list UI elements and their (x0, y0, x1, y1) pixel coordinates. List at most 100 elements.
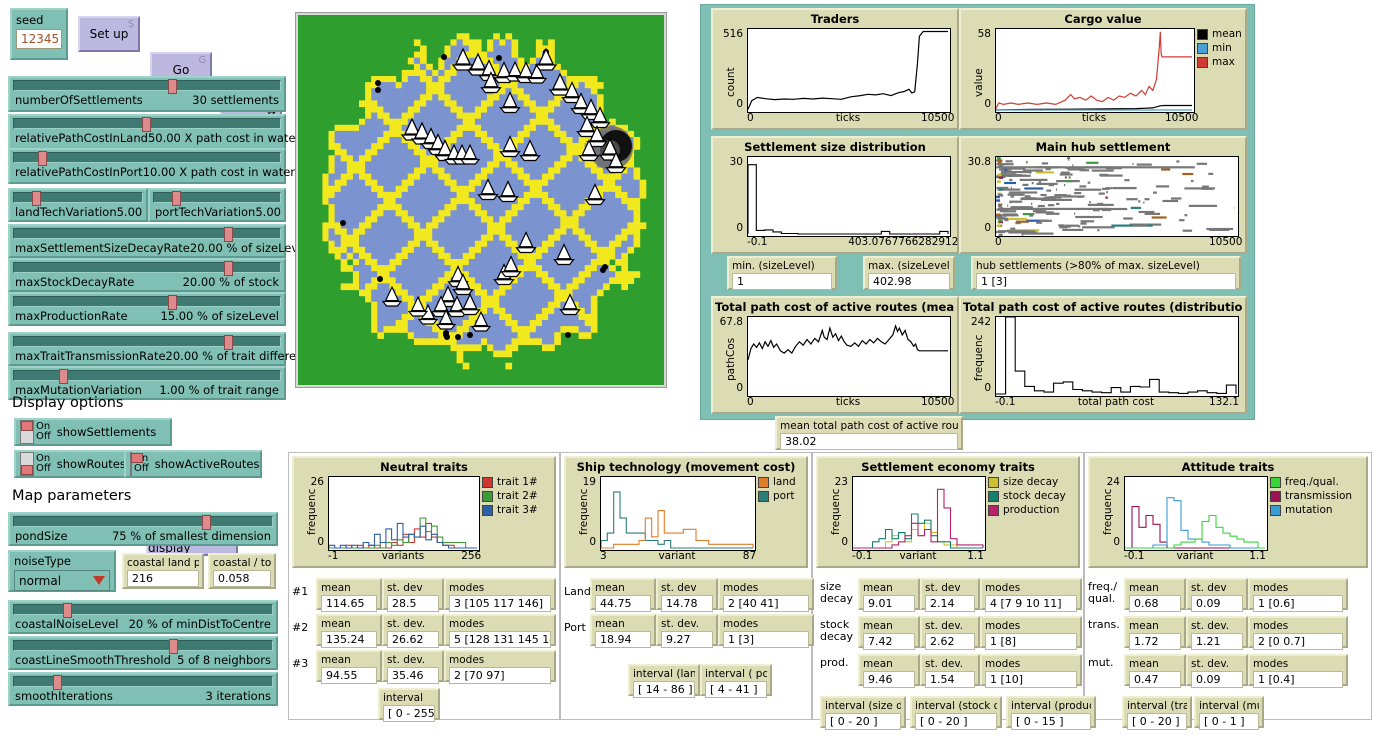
slider-thumb (224, 261, 234, 276)
ship-stdev-0: st. dev 14.78 (656, 578, 718, 612)
economy-modes-0: modes 4 [7 9 10 11] (980, 578, 1082, 612)
plot-settlement-economy-traits[interactable]: Settlement economy traits 23 0 frequenc -0.… (816, 456, 1080, 568)
monitor-value: 114.65 (321, 595, 377, 612)
attitude-modes-0: modes 1 [0.6] (1248, 578, 1348, 612)
plot-neutral-traits[interactable]: Neutral traits 26 0 frequenc -1 256 variants t… (292, 456, 556, 568)
switch-showSettlements[interactable]: On Off showSettlements (14, 418, 172, 446)
slider-name: numberOfSettlements (15, 92, 143, 107)
slider-track[interactable] (13, 603, 273, 618)
monitor-value: 44.75 (595, 595, 651, 612)
slider-maxSettlementSizeDecayRate[interactable]: maxSettlementSizeDecayRate 20.00 % of siz… (8, 224, 308, 258)
slider-track[interactable] (13, 369, 281, 384)
slider-pondSize[interactable]: pondSize 75 % of smallest dimension (8, 512, 278, 546)
chooser-label: noiseType (14, 554, 72, 568)
plot-total-path-cost-mean[interactable]: Total path cost of active routes (mea...… (711, 296, 959, 414)
plot-canvas (328, 476, 480, 551)
legend-swatch (1197, 56, 1208, 68)
slider-track[interactable] (13, 227, 281, 242)
switch-showActiveRoutes[interactable]: OnOff showActiveRoutes (124, 450, 262, 478)
legend-label: trait 3# (497, 504, 538, 516)
plot-y-min-label: 0 (589, 536, 596, 548)
slider-relativePathCostInLand[interactable]: relativePathCostInLand 50.00 X path cost … (8, 114, 300, 150)
slider-value: 5.00 (116, 204, 143, 219)
plot-x-axis-label: total path cost (1077, 396, 1155, 408)
neutral-stdev-0: st. dev 28.5 (382, 578, 444, 612)
plot-body: 516 0 count 0 10500 ticks (715, 26, 955, 126)
monitor-caption: st. dev (925, 582, 961, 594)
slider-track[interactable] (13, 675, 273, 690)
monitor-caption: modes (1253, 620, 1289, 632)
plot-ship-technology[interactable]: Ship technology (movement cost) 19 0 frequ… (564, 456, 808, 568)
slider-track[interactable] (13, 295, 281, 310)
slider-coastLineSmoothThreshold[interactable]: coastLineSmoothThreshold 5 of 8 neighbors (8, 636, 278, 670)
slider-maxProductionRate[interactable]: maxProductionRate 15.00 % of sizeLevel (8, 292, 286, 326)
slider-track[interactable] (13, 117, 281, 132)
plot-y-max-label: 516 (722, 28, 743, 40)
monitor-value: 28.5 (387, 595, 439, 612)
plot-main-hub-settlement[interactable]: Main hub settlement 30.8 0 0 10500 (959, 136, 1247, 254)
plot-y-axis-label: frequenc (830, 488, 842, 535)
seed-input-box[interactable]: seed 12345 (10, 8, 68, 60)
slider-name: coastLineSmoothThreshold (15, 652, 171, 667)
world-canvas[interactable] (298, 15, 664, 385)
slider-track[interactable] (13, 639, 273, 654)
ship-modes-1: modes 1 [3] (718, 614, 814, 648)
plot-canvas (1124, 476, 1268, 551)
slider-coastalNoiseLevel[interactable]: coastalNoiseLevel 20 % of minDistToCentre (8, 600, 278, 634)
legend-label: stock decay (1003, 490, 1066, 502)
slider-track[interactable] (13, 79, 281, 94)
slider-value: 3 iterations (205, 688, 271, 703)
neutral-row-label-1: #2 (292, 621, 309, 634)
slider-relativePathCostInPort[interactable]: relativePathCostInPort 10.00 X path cost … (8, 148, 295, 184)
slider-track[interactable] (13, 335, 281, 350)
plot-y-min-label: 0 (736, 222, 743, 234)
chooser-noiseType[interactable]: noiseType normal (8, 550, 116, 592)
slider-track[interactable] (13, 191, 143, 206)
slider-track[interactable] (13, 261, 281, 276)
slider-thumb (171, 191, 181, 206)
monitor-caption: mean (321, 582, 351, 594)
slider-maxTraitTransmissionRate[interactable]: maxTraitTransmissionRate 20.00 % of trait… (8, 332, 317, 366)
slider-track[interactable] (13, 151, 281, 166)
monitor-value: [ 0 - 255 ) (383, 705, 435, 722)
slider-value: 1.00 % of trait range (159, 382, 279, 397)
monitor-caption: mean total path cost of active routes (780, 420, 958, 432)
plot-total-path-cost-distribution[interactable]: Total path cost of active routes (distri… (959, 296, 1247, 414)
legend-item: mutation (1270, 504, 1352, 516)
seed-value[interactable]: 12345 (16, 29, 62, 49)
monitor-caption: interval (mut.) (1199, 700, 1259, 712)
slider-name: maxSettlementSizeDecayRate (15, 240, 190, 255)
chooser-select[interactable]: normal (14, 570, 110, 591)
slider-landTechVariation[interactable]: landTechVariation 5.00 (8, 188, 148, 222)
slider-track[interactable] (153, 191, 281, 206)
neutral-modes-2: modes 2 [70 97] (444, 650, 556, 684)
economy-row-label-2: prod. (820, 656, 849, 669)
slider-track[interactable] (13, 515, 273, 530)
monitor-value: 4 [7 9 10 11] (985, 595, 1077, 612)
legend-label: production (1003, 504, 1060, 516)
world-view[interactable] (295, 12, 667, 388)
monitor-caption: modes (449, 582, 485, 594)
plot-cargo-value[interactable]: Cargo value 58 0 value 0 10500 ticks mean min ma… (959, 8, 1247, 130)
slider-smoothIterations[interactable]: smoothIterations 3 iterations (8, 672, 278, 706)
slider-portTechVariation[interactable]: portTechVariation 5.00 (148, 188, 286, 222)
monitor-value: 216 (127, 570, 199, 587)
slider-numberOfSettlements[interactable]: numberOfSettlements 30 settlements (8, 76, 286, 112)
legend-item: max (1197, 56, 1242, 68)
toggle-knob[interactable] (20, 452, 34, 476)
plot-settlement-size-distribution[interactable]: Settlement size distribution 30 0 -0.1 403.… (711, 136, 965, 254)
plot-traders[interactable]: Traders 516 0 count 0 10500 ticks (711, 8, 959, 130)
switch-showRoutes[interactable]: On Off showRoutes (14, 450, 136, 478)
toggle-knob[interactable] (130, 452, 143, 476)
legend-item: size decay (988, 476, 1066, 488)
slider-maxStockDecayRate[interactable]: maxStockDecayRate 20.00 % of stock (8, 258, 286, 292)
plot-canvas (995, 316, 1239, 397)
attitude-row-label-2: mut. (1088, 656, 1114, 669)
setup-button[interactable]: Set up S (78, 16, 140, 52)
world-map-graphic (322, 33, 647, 370)
toggle-knob[interactable] (20, 420, 34, 444)
slider-thumb (59, 369, 69, 384)
legend-item: min (1197, 42, 1242, 54)
economy-stdev-0: st. dev 2.14 (920, 578, 980, 612)
plot-attitude-traits[interactable]: Attitude traits 24 0 frequenc -0.1 1.1 varian… (1088, 456, 1368, 568)
